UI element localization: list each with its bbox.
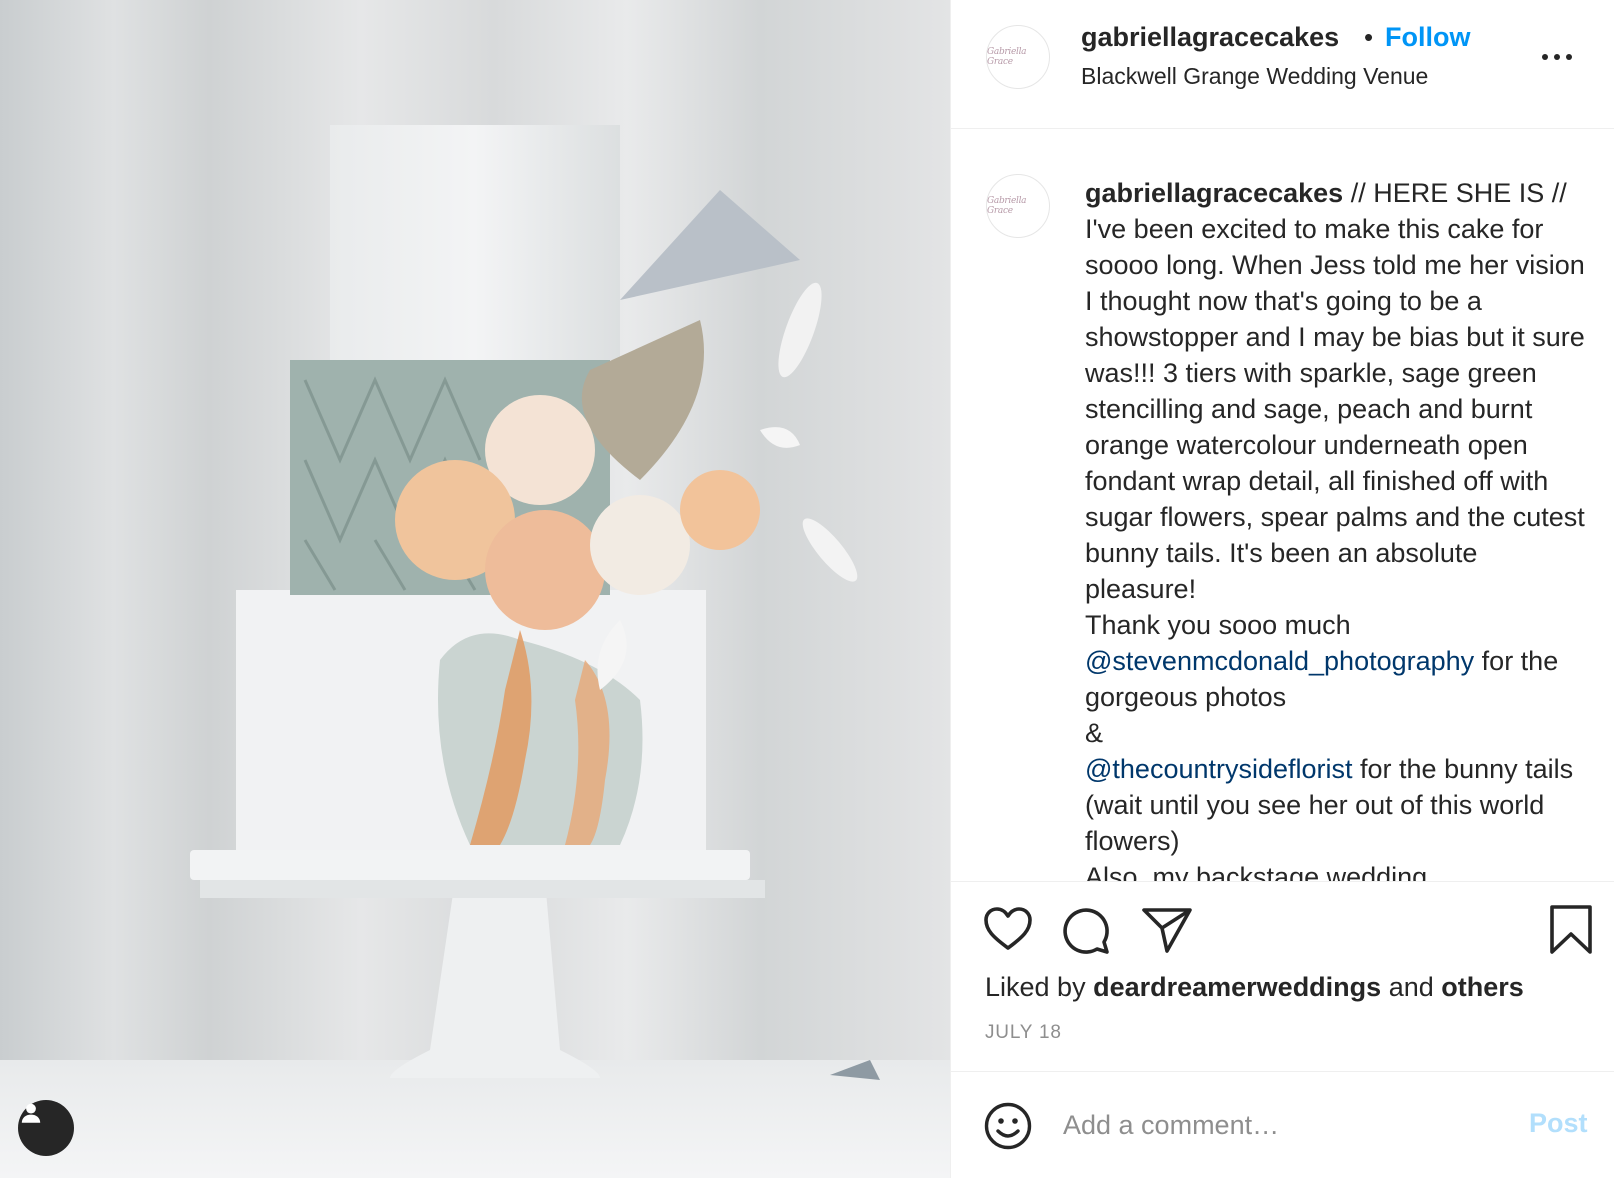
caption-text: gabriellagracecakes // HERE SHE IS // I'…	[1085, 175, 1595, 881]
liked-by-prefix: Liked by	[985, 972, 1094, 1002]
more-options-icon[interactable]	[1539, 42, 1575, 72]
caption-body-6: Also, my backstage wedding	[1085, 862, 1428, 881]
avatar[interactable]: Gabriella Grace	[986, 25, 1050, 89]
user-icon	[21, 1103, 41, 1123]
username-link[interactable]: gabriellagracecakes	[1081, 22, 1339, 53]
post-header: Gabriella Grace gabriellagracecakes • Fo…	[951, 0, 1614, 129]
emoji-icon[interactable]	[983, 1101, 1033, 1151]
like-heart-icon[interactable]	[983, 906, 1033, 952]
post-actions: Liked by deardreamerweddings and others …	[951, 881, 1614, 1072]
caption-body-4: &	[1085, 718, 1104, 748]
caption-avatar-logo-text: Gabriella Grace	[987, 196, 1027, 216]
tagged-people-button[interactable]	[18, 1100, 74, 1156]
save-bookmark-icon[interactable]	[1548, 904, 1594, 956]
add-comment-bar: Post	[951, 1071, 1614, 1179]
comment-input[interactable]	[1061, 1102, 1485, 1148]
caption-section: Gabriella Grace gabriellagracecakes // H…	[951, 129, 1614, 881]
comment-icon[interactable]	[1061, 906, 1111, 956]
liked-by-others-link[interactable]: others	[1441, 972, 1524, 1002]
post-details-panel: Gabriella Grace gabriellagracecakes • Fo…	[950, 0, 1614, 1178]
separator-dot: •	[1364, 22, 1374, 52]
caption-avatar[interactable]: Gabriella Grace	[986, 174, 1050, 238]
post-photo[interactable]	[0, 0, 950, 1178]
post-date[interactable]: JULY 18	[985, 1022, 1062, 1044]
post-comment-button[interactable]: Post	[1529, 1108, 1588, 1139]
liked-by-user-link[interactable]: deardreamerweddings	[1093, 972, 1381, 1002]
share-send-icon[interactable]	[1141, 906, 1193, 954]
caption-body-2: Thank you sooo much	[1085, 610, 1351, 640]
mention-photographer[interactable]: @stevenmcdonald_photography	[1085, 646, 1474, 676]
liked-by-text: Liked by deardreamerweddings and others	[985, 972, 1524, 1003]
caption-body-1: // HERE SHE IS // I've been excited to m…	[1085, 178, 1585, 604]
caption-username[interactable]: gabriellagracecakes	[1085, 178, 1343, 208]
follow-button[interactable]: Follow	[1385, 22, 1470, 53]
cake-illustration	[0, 125, 950, 1178]
location-link[interactable]: Blackwell Grange Wedding Venue	[1081, 63, 1428, 90]
avatar-logo-text: Gabriella Grace	[987, 47, 1027, 67]
liked-by-and: and	[1381, 972, 1442, 1002]
mention-florist[interactable]: @thecountrysideflorist	[1085, 754, 1353, 784]
